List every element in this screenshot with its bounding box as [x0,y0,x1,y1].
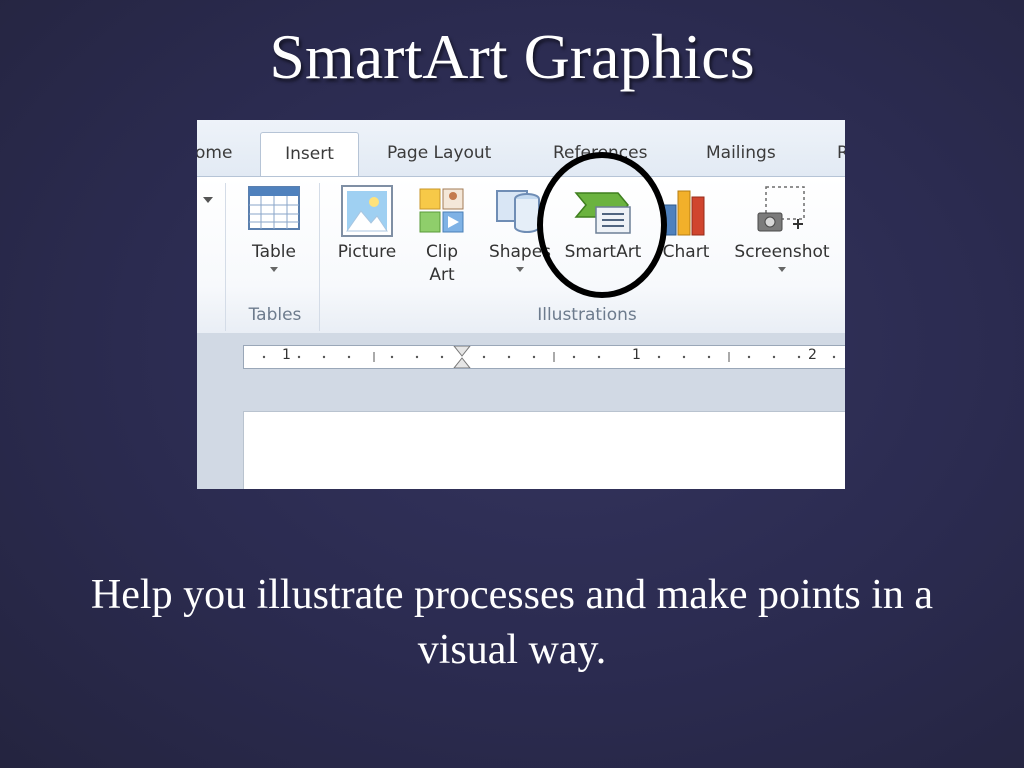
word-ribbon-screenshot: ome Insert Page Layout References Mailin… [197,120,845,489]
slide-body-text: Help you illustrate processes and make p… [90,572,934,673]
smartart-label: SmartArt [564,242,642,262]
clip-art-icon [419,188,464,233]
clip-art-button[interactable]: Clip Art [409,183,475,287]
tab-review[interactable]: R [837,143,845,163]
clip-art-label-line1: Clip [425,242,459,262]
ribbon-insert-panel: Table Tables Picture Clip Art Shapes Sma… [197,176,845,334]
chart-button[interactable]: Chart [655,183,717,264]
shapes-button[interactable]: Shapes [483,183,557,272]
screenshot-label: Screenshot [734,242,830,262]
ruler-number: 1 [282,347,291,363]
tab-home[interactable]: ome [197,143,232,163]
horizontal-ruler[interactable]: 1 1 2 [243,345,845,369]
group-label-illustrations: Illustrations [537,305,637,325]
chart-icon [663,190,705,236]
chevron-down-icon [778,267,786,272]
document-area: 1 1 2 [197,333,845,489]
chevron-down-icon [516,267,524,272]
ruler-ticks [262,346,836,368]
smartart-button[interactable]: SmartArt [561,183,645,264]
shapes-icon [496,190,540,233]
clip-art-label-line2: Art [429,265,455,285]
screenshot-button[interactable]: Screenshot [727,183,837,272]
smartart-icon [574,192,631,234]
chevron-down-icon [270,267,278,272]
slide-title: SmartArt Graphics [269,21,755,92]
ribbon-tab-bar: ome Insert Page Layout References Mailin… [197,120,845,179]
tab-insert-label: Insert [285,144,334,164]
chart-label: Chart [662,242,710,262]
group-separator [319,183,320,331]
tab-page-layout[interactable]: Page Layout [387,143,491,163]
table-button[interactable]: Table [239,183,309,272]
table-label: Table [252,242,296,262]
picture-button[interactable]: Picture [329,183,405,264]
ruler-number: 1 [632,347,641,363]
dropdown-arrow-icon[interactable] [203,197,213,203]
tab-references[interactable]: References [553,143,647,163]
ruler-number: 2 [808,347,817,363]
shapes-label: Shapes [488,242,552,262]
group-label-tables: Tables [248,305,302,325]
tab-mailings[interactable]: Mailings [706,143,776,163]
group-separator [225,183,226,331]
picture-icon [341,185,393,237]
table-icon [248,186,300,230]
picture-label: Picture [337,242,397,262]
document-page[interactable] [243,411,845,489]
tab-insert[interactable]: Insert [260,132,359,179]
screenshot-icon [757,186,805,232]
